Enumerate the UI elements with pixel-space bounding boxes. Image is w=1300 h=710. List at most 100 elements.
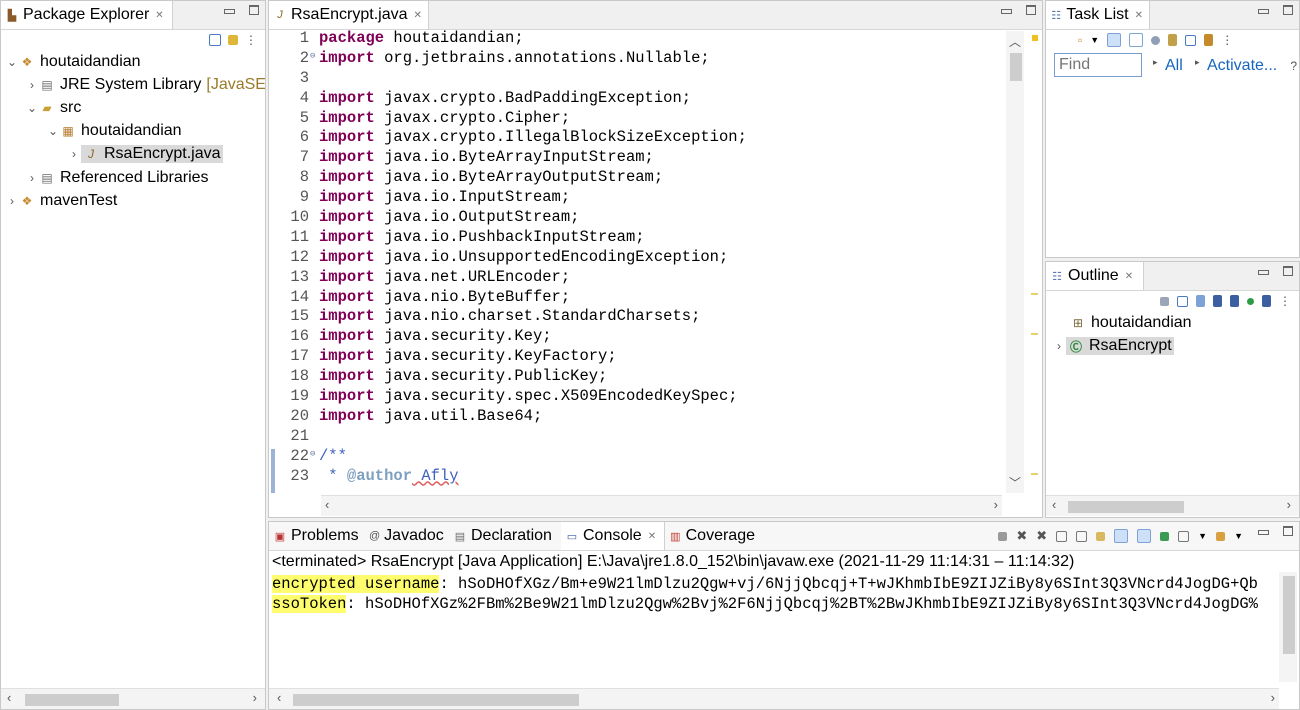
activate-link[interactable]: Activate...	[1207, 57, 1277, 75]
clear-console-icon[interactable]	[1056, 530, 1068, 542]
scrollbar-thumb[interactable]	[293, 694, 579, 706]
tab-rsaencrypt-java[interactable]: J RsaEncrypt.java ✕	[269, 1, 429, 29]
tab-coverage[interactable]: ▥ Coverage	[665, 522, 761, 550]
code-line[interactable]: 15 import java.nio.charset.StandardCharse…	[269, 307, 1042, 327]
occurrence-marker[interactable]	[1031, 293, 1038, 295]
tree-item-project[interactable]: ⌄ ❖ houtaidandian	[5, 51, 141, 73]
code-line[interactable]: 8 import java.io.ByteArrayOutputStream;	[269, 168, 1042, 188]
code-area[interactable]: 1 package houtaidandian; 2 ⊖ import org.jetb…	[269, 29, 1042, 486]
tree-item-src[interactable]: ⌄ ▰ src	[25, 97, 81, 119]
hide-non-public-icon[interactable]	[1247, 297, 1254, 305]
tree-item-referenced-libraries[interactable]: › ▤ Referenced Libraries	[25, 167, 209, 189]
find-input[interactable]	[1054, 53, 1142, 77]
scrollbar-thumb[interactable]	[1068, 501, 1184, 513]
occurrence-marker[interactable]	[1031, 473, 1038, 475]
maximize-icon[interactable]	[249, 5, 259, 15]
minimize-icon[interactable]	[224, 9, 235, 14]
filter-icon[interactable]	[1151, 35, 1161, 45]
outline-item-package[interactable]: ⊞ houtaidandian	[1070, 312, 1192, 334]
tree-item-maventest[interactable]: › ❖ mavenTest	[5, 190, 117, 212]
tab-javadoc[interactable]: @ Javadoc	[365, 522, 449, 550]
tree-item-jre[interactable]: › ▤ JRE System Library [JavaSE	[25, 74, 265, 96]
scroll-right-icon[interactable]: ›	[253, 690, 257, 705]
code-line[interactable]: 18 import java.security.PublicKey;	[269, 367, 1042, 387]
minimize-icon[interactable]	[1001, 9, 1012, 14]
categorized-icon[interactable]	[1107, 33, 1122, 47]
collapse-all-icon[interactable]	[209, 34, 221, 46]
tab-package-explorer[interactable]: ▙ Package Explorer ✕	[1, 1, 173, 29]
fold-icon[interactable]: ⊖	[310, 47, 315, 67]
outline-item-class[interactable]: › Ⓒ RsaEncrypt	[1052, 335, 1174, 357]
minimize-icon[interactable]	[1258, 270, 1269, 275]
code-line[interactable]: 22 ⊖/**	[269, 447, 1042, 467]
dropdown-icon[interactable]: ▼	[1198, 531, 1207, 541]
maximize-icon[interactable]	[1283, 526, 1293, 536]
scroll-left-icon[interactable]: ‹	[7, 690, 11, 705]
pin-console-icon[interactable]	[1160, 531, 1170, 541]
chevron-right-icon[interactable]: ›	[25, 78, 39, 92]
code-line[interactable]: 23 * @author Afly	[269, 467, 1042, 487]
tab-problems[interactable]: ▣ Problems	[269, 522, 365, 550]
close-icon[interactable]: ✕	[414, 10, 422, 21]
console-output[interactable]: encrypted username: hSoDHOfXGz/Bm+e9W21l…	[272, 574, 1279, 614]
remove-launch-icon[interactable]: ✖	[1016, 528, 1027, 544]
terminate-icon[interactable]	[998, 531, 1008, 541]
expanded-icon[interactable]: ⌄	[25, 101, 39, 115]
scroll-right-icon[interactable]: ›	[1287, 497, 1291, 512]
chevron-right-icon[interactable]: ›	[25, 171, 39, 185]
tree-item-package[interactable]: ⌄ ▦ houtaidandian	[46, 120, 182, 142]
horizontal-scrollbar[interactable]: ‹ ›	[1, 688, 265, 709]
code-line[interactable]: 1 package houtaidandian;	[269, 29, 1042, 49]
tab-console[interactable]: ▭ Console ✕	[561, 522, 665, 550]
code-line[interactable]: 11 import java.io.PushbackInputStream;	[269, 228, 1042, 248]
maximize-icon[interactable]	[1026, 5, 1036, 15]
chevron-right-icon[interactable]: ›	[5, 194, 19, 208]
hide-completed-icon[interactable]	[1168, 34, 1178, 46]
close-icon[interactable]: ✕	[1135, 10, 1143, 21]
horizontal-scrollbar[interactable]: ‹ ›	[321, 495, 1002, 516]
code-line[interactable]: 21	[269, 427, 1042, 447]
word-wrap-icon[interactable]	[1096, 531, 1106, 541]
occurrence-marker[interactable]	[1031, 333, 1038, 335]
code-line[interactable]: 14 import java.nio.ByteBuffer;	[269, 288, 1042, 308]
maximize-icon[interactable]	[1283, 5, 1293, 15]
open-console-icon[interactable]	[1216, 531, 1226, 541]
hide-fields-icon[interactable]	[1213, 295, 1222, 307]
code-line[interactable]: 12 import java.io.UnsupportedEncodingExce…	[269, 248, 1042, 268]
horizontal-scrollbar[interactable]: ‹ ›	[269, 688, 1279, 709]
scroll-left-icon[interactable]: ‹	[325, 497, 329, 512]
view-menu-icon[interactable]: ⋮	[1221, 33, 1233, 47]
show-on-stderr-icon[interactable]	[1137, 529, 1152, 543]
remove-all-icon[interactable]: ✖	[1036, 528, 1047, 544]
scroll-down-icon[interactable]: ﹀	[1009, 474, 1021, 491]
horizontal-scrollbar[interactable]: ‹ ›	[1046, 495, 1299, 516]
vertical-scrollbar[interactable]: ︿ ﹀	[1006, 31, 1024, 493]
scroll-right-icon[interactable]: ›	[994, 497, 998, 512]
show-on-stdout-icon[interactable]	[1114, 529, 1129, 543]
tree-item-java-file[interactable]: › J RsaEncrypt.java	[67, 143, 223, 165]
scrollbar-thumb[interactable]	[1010, 53, 1022, 81]
view-menu-icon[interactable]: ⋮	[1279, 294, 1291, 308]
code-line[interactable]: 5 import javax.crypto.Cipher;	[269, 109, 1042, 129]
code-line[interactable]: 2 ⊖ import org.jetbrains.annotations.Nulla…	[269, 49, 1042, 69]
tab-outline[interactable]: ☷ Outline ✕	[1046, 262, 1144, 290]
warning-marker[interactable]	[1032, 35, 1038, 41]
chevron-right-icon[interactable]: ›	[67, 147, 81, 161]
scroll-up-icon[interactable]: ︿	[1009, 33, 1021, 50]
code-line[interactable]: 13 import java.net.URLEncoder;	[269, 268, 1042, 288]
hide-static-icon[interactable]	[1230, 295, 1239, 307]
new-task-icon[interactable]: ▫	[1078, 33, 1082, 47]
focus-icon[interactable]	[1160, 296, 1169, 306]
scroll-left-icon[interactable]: ‹	[277, 690, 281, 705]
dropdown-icon[interactable]: ▼	[1234, 531, 1243, 541]
code-line[interactable]: 17 import java.security.KeyFactory;	[269, 347, 1042, 367]
scroll-left-icon[interactable]: ‹	[1052, 497, 1056, 512]
scrollbar-thumb[interactable]	[25, 694, 119, 706]
code-line[interactable]: 19 import java.security.spec.X509EncodedK…	[269, 387, 1042, 407]
sort-icon[interactable]	[1196, 295, 1205, 307]
view-menu-icon[interactable]: ⋮	[245, 33, 257, 47]
minimize-icon[interactable]	[1258, 530, 1269, 535]
code-line[interactable]: 20 import java.util.Base64;	[269, 407, 1042, 427]
fold-icon[interactable]: ⊖	[310, 445, 315, 465]
tab-declaration[interactable]: ▤ Declaration	[449, 522, 561, 550]
